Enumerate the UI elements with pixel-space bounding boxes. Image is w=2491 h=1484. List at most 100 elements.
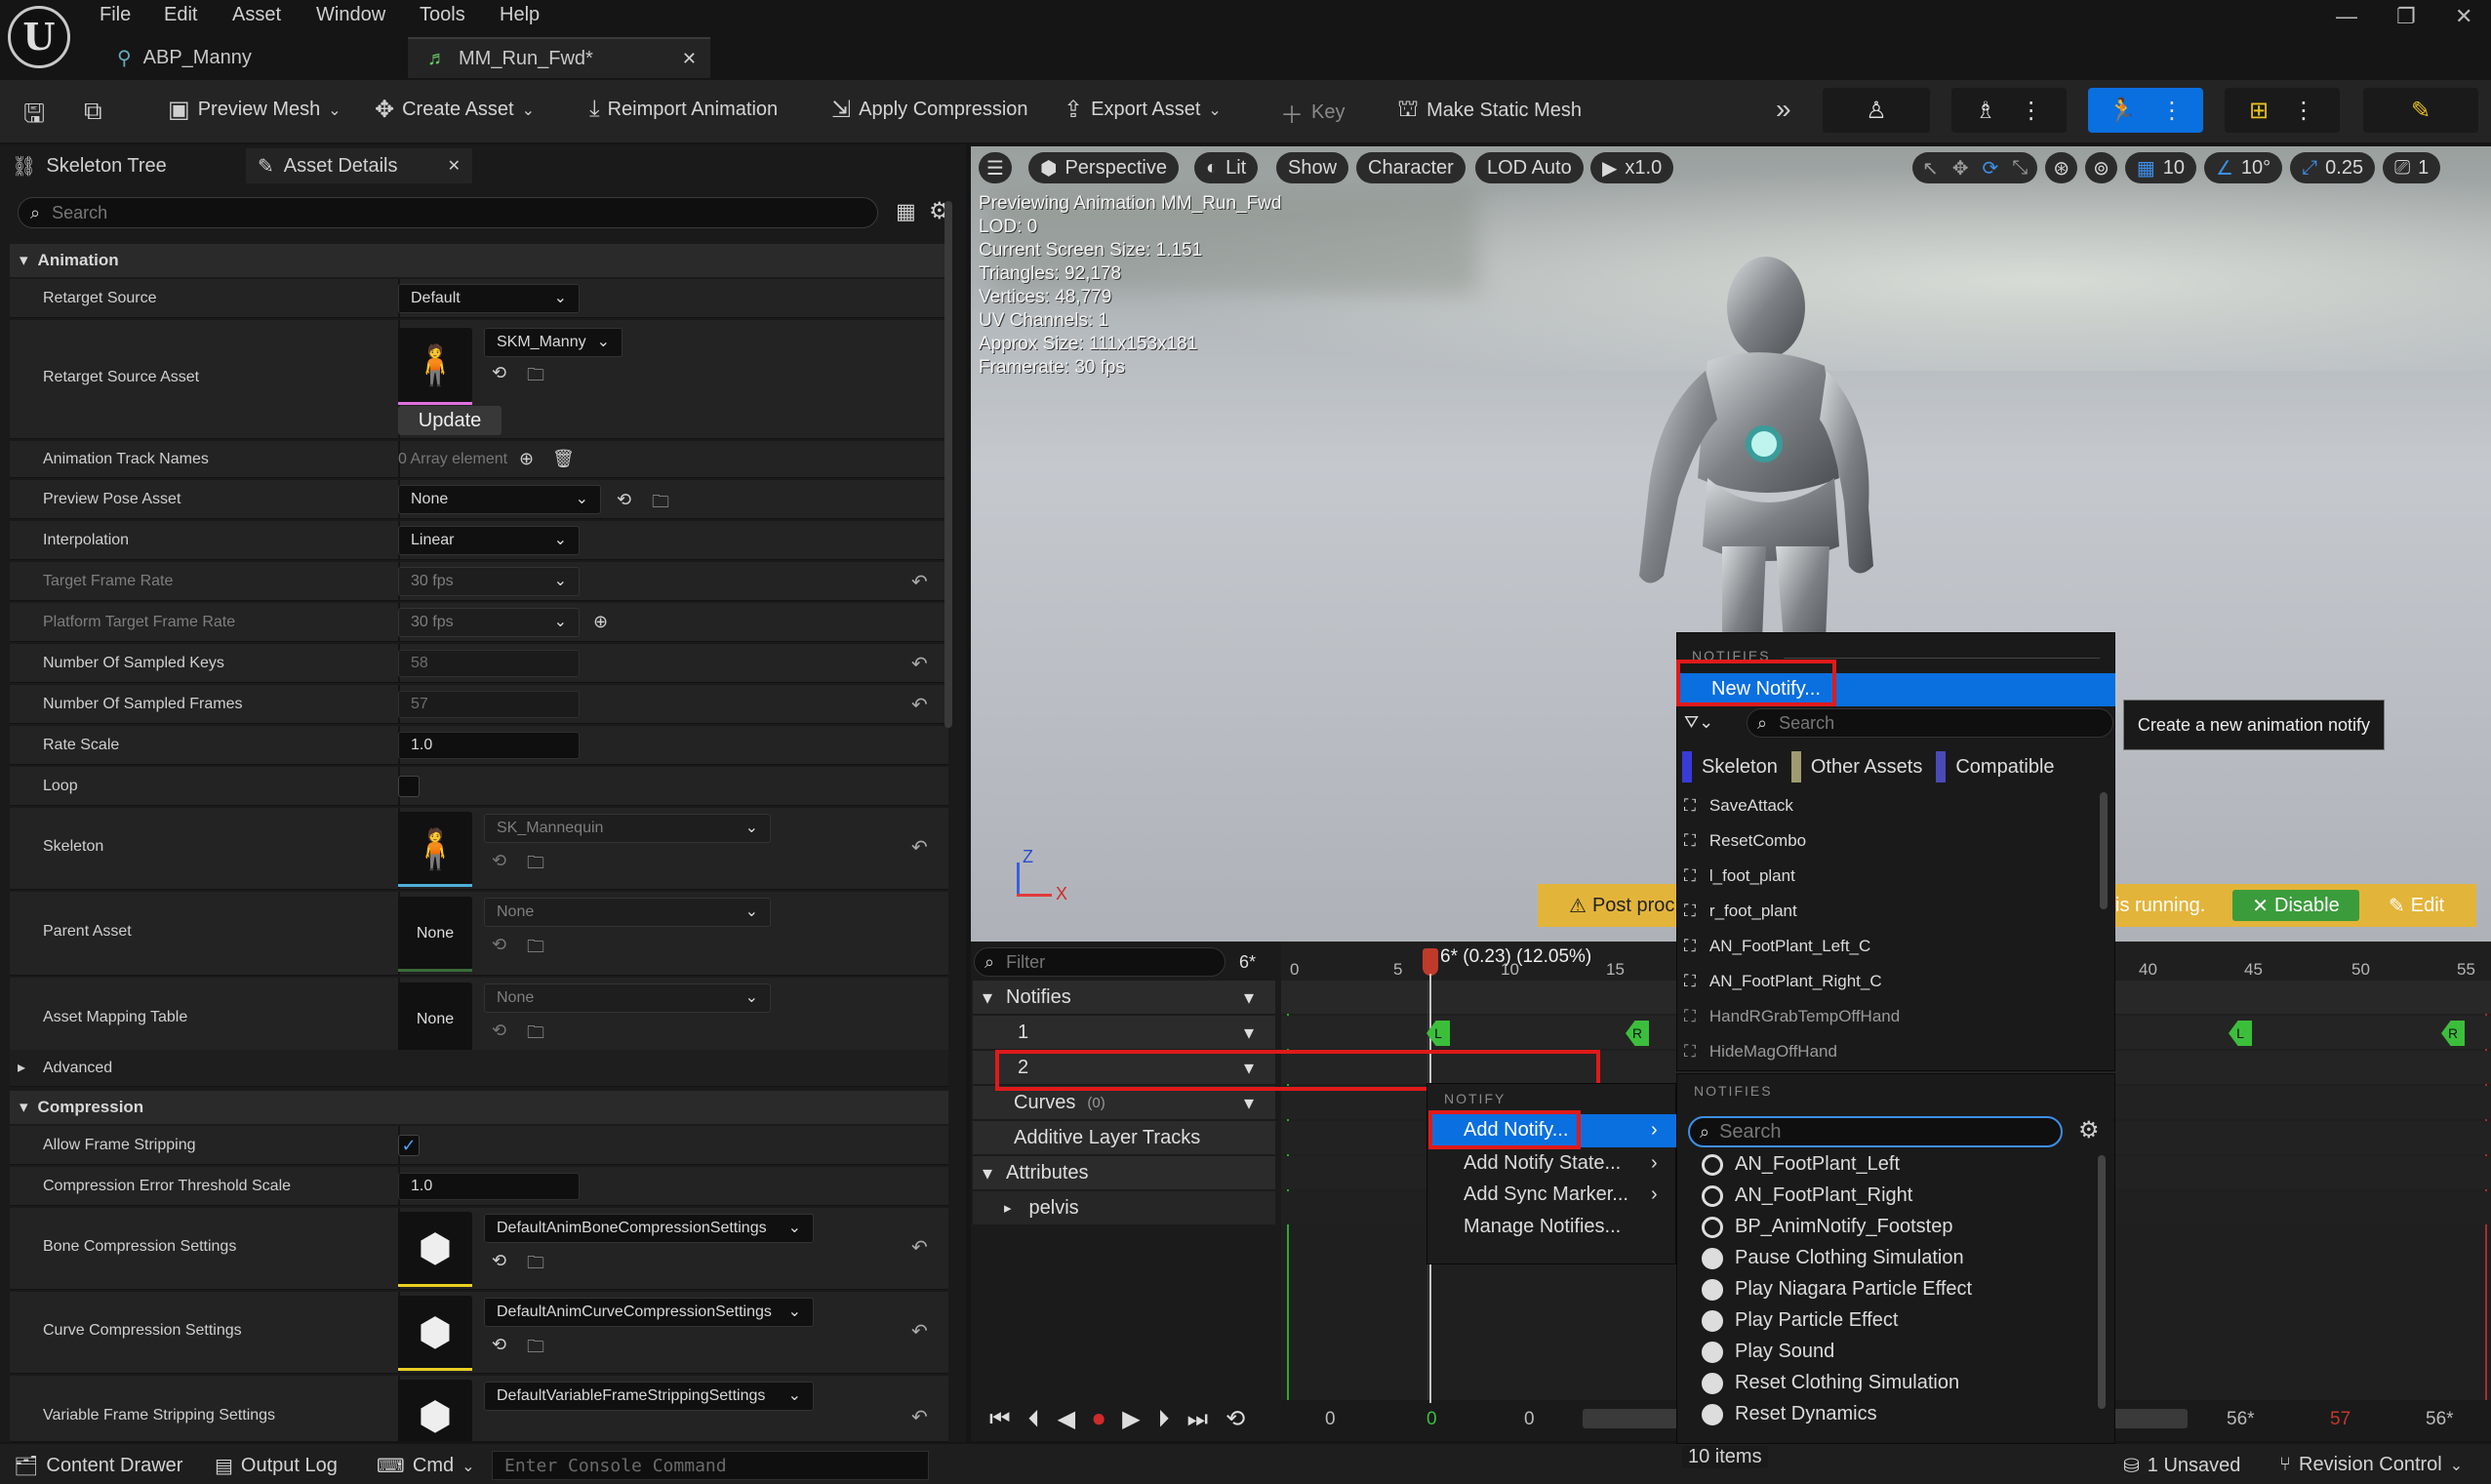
menu-asset[interactable]: Asset bbox=[232, 4, 281, 26]
track-notifies[interactable]: ▾ Notifies ▾ bbox=[973, 981, 1275, 1014]
allow-frame-stripping-checkbox[interactable]: ✓ bbox=[398, 1135, 420, 1156]
local-space-button[interactable]: ⊛ bbox=[2045, 152, 2078, 183]
perspective-button[interactable]: ⬢ Perspective bbox=[1028, 152, 1179, 183]
reset-icon[interactable]: ↶ bbox=[911, 652, 928, 676]
reset-icon[interactable]: ↶ bbox=[911, 1235, 928, 1260]
more-tools-icon[interactable]: » bbox=[1776, 94, 1791, 125]
reimport-animation-button[interactable]: ⤓ Reimport Animation bbox=[589, 96, 778, 123]
play-reverse-icon[interactable]: ◀ bbox=[1058, 1405, 1075, 1433]
track-curves[interactable]: Curves (0) ▾ bbox=[973, 1086, 1275, 1119]
menu-edit[interactable]: Edit bbox=[164, 4, 197, 26]
menu-window[interactable]: Window bbox=[316, 4, 385, 26]
console-command-input[interactable]: Enter Console Command bbox=[492, 1451, 929, 1480]
class-item[interactable]: Pause Clothing Simulation bbox=[1702, 1247, 1964, 1269]
filter-other-assets[interactable]: Other Assets bbox=[1790, 751, 1922, 782]
content-drawer-button[interactable]: 🗂 Content Drawer bbox=[14, 1454, 182, 1478]
close-tab-icon[interactable]: ✕ bbox=[682, 49, 697, 69]
track-attributes[interactable]: ▾ Attributes bbox=[973, 1156, 1275, 1189]
asset-mapping-thumbnail[interactable]: None bbox=[398, 983, 472, 1057]
mannequin-character[interactable] bbox=[1590, 254, 1883, 663]
loop-icon[interactable]: ⟲ bbox=[1225, 1405, 1245, 1433]
notify-item-l-foot-plant[interactable]: ⛶ l_foot_plant bbox=[1684, 866, 1795, 886]
notifies-search-input[interactable]: ⌕ Search bbox=[1747, 708, 2113, 738]
browse-folder-icon[interactable]: 🗀 bbox=[652, 490, 669, 519]
notify-item-handrgrab[interactable]: ⛶ HandRGrabTempOffHand bbox=[1684, 1007, 1900, 1026]
row-advanced[interactable]: ▸ Advanced bbox=[10, 1050, 948, 1087]
class-picker-scrollbar[interactable] bbox=[2098, 1155, 2106, 1409]
class-picker-search-input[interactable]: ⌕ Search bbox=[1688, 1116, 2063, 1147]
record-icon[interactable]: ⏺ bbox=[1093, 1406, 1105, 1433]
parent-asset-thumbnail[interactable]: None bbox=[398, 897, 472, 971]
filter-skeleton[interactable]: Skeleton bbox=[1682, 751, 1778, 782]
interpolation-combo[interactable]: Linear ⌄ bbox=[398, 526, 580, 555]
reset-icon[interactable]: ↶ bbox=[911, 1405, 928, 1429]
preview-pose-combo[interactable]: None ⌄ bbox=[398, 485, 601, 514]
manage-notifies-menu-item[interactable]: Manage Notifies... bbox=[1428, 1214, 1676, 1247]
skeleton-thumbnail[interactable]: 🧍 bbox=[398, 812, 472, 886]
retarget-asset-combo[interactable]: SKM_Manny ⌄ bbox=[484, 328, 623, 357]
minimize-icon[interactable]: — bbox=[2336, 4, 2357, 29]
filter-icon[interactable]: ⛛⌄ bbox=[1684, 712, 1713, 733]
unreal-logo-icon[interactable]: U bbox=[8, 6, 70, 68]
attribute-pelvis[interactable]: ▸ pelvis bbox=[973, 1191, 1275, 1224]
reset-icon[interactable]: ↶ bbox=[911, 693, 928, 717]
apply-compression-button[interactable]: ⇲ Apply Compression bbox=[831, 96, 1028, 124]
camera-speed-button[interactable]: ⎚ 1 bbox=[2383, 152, 2441, 183]
step-back-icon[interactable]: ⏴ bbox=[1028, 1406, 1040, 1433]
browse-folder-icon[interactable]: 🗀 bbox=[527, 1021, 544, 1050]
add-sync-marker-menu-item[interactable]: Add Sync Marker... › bbox=[1428, 1181, 1676, 1214]
transform-tools[interactable]: ↖ ✥ ⟳ ⤡ bbox=[1912, 152, 2038, 183]
reset-icon[interactable]: ↶ bbox=[911, 570, 928, 594]
blueprint-mode-button[interactable]: ⊞ ⋮ bbox=[2225, 88, 2340, 133]
browse-folder-icon[interactable]: 🗀 bbox=[527, 935, 544, 964]
menu-file[interactable]: File bbox=[100, 4, 131, 26]
loop-checkbox[interactable] bbox=[398, 776, 420, 797]
curve-compression-combo[interactable]: DefaultAnimCurveCompressionSettings ⌄ bbox=[484, 1298, 814, 1327]
notify-item-an-footplant-right-c[interactable]: ⛶ AN_FootPlant_Right_C bbox=[1684, 972, 1882, 991]
bone-compression-combo[interactable]: DefaultAnimBoneCompressionSettings ⌄ bbox=[484, 1214, 814, 1243]
settings-gear-icon[interactable]: ⚙ bbox=[2078, 1116, 2100, 1144]
dropdown-icon[interactable]: ▾ bbox=[1244, 985, 1254, 1010]
trash-icon[interactable]: 🗑 bbox=[552, 449, 575, 469]
compression-threshold-field[interactable]: 1.0 bbox=[398, 1173, 580, 1200]
playback-speed-button[interactable]: ▶ x1.0 bbox=[1590, 152, 1674, 183]
skip-to-end-icon[interactable]: ⏭ bbox=[1187, 1406, 1209, 1433]
show-button[interactable]: Show bbox=[1276, 152, 1349, 183]
preview-mesh-button[interactable]: ▣ Preview Mesh ⌄ bbox=[168, 96, 342, 124]
notify-item-r-foot-plant[interactable]: ⛶ r_foot_plant bbox=[1684, 902, 1797, 921]
playhead-handle[interactable] bbox=[1423, 948, 1438, 976]
animation-mode-button[interactable]: 🏃 ⋮ bbox=[2088, 88, 2203, 133]
browse-folder-icon[interactable]: 🗀 bbox=[527, 851, 544, 880]
save-icon[interactable]: 🖫 bbox=[23, 96, 45, 139]
restore-icon[interactable]: ❐ bbox=[2396, 4, 2416, 29]
make-static-mesh-button[interactable]: ⛫ Make Static Mesh bbox=[1397, 96, 1582, 125]
class-item[interactable]: BP_AnimNotify_Footstep bbox=[1702, 1216, 1952, 1238]
browse-folder-icon[interactable]: 🗀 bbox=[527, 363, 544, 392]
lit-button[interactable]: ◐ Lit bbox=[1194, 152, 1259, 183]
skm-manny-thumbnail[interactable]: 🧍 bbox=[398, 328, 472, 402]
lod-button[interactable]: LOD Auto bbox=[1475, 152, 1584, 183]
add-element-icon[interactable]: ⊕ bbox=[519, 449, 534, 469]
class-item[interactable]: Reset Clothing Simulation bbox=[1702, 1372, 1959, 1394]
step-forward-icon[interactable]: ⏵ bbox=[1158, 1406, 1170, 1433]
create-asset-button[interactable]: ✥ Create Asset ⌄ bbox=[375, 96, 535, 124]
tab-asset-details[interactable]: ✎ Asset Details ✕ bbox=[246, 148, 472, 183]
edit-button[interactable]: ✎ Edit bbox=[2389, 890, 2467, 921]
character-button[interactable]: Character bbox=[1356, 152, 1466, 183]
skeleton-mode-button[interactable]: ♙ bbox=[1823, 88, 1930, 133]
skip-to-start-icon[interactable]: ⏮ bbox=[989, 1406, 1011, 1433]
notifies-scrollbar[interactable] bbox=[2100, 792, 2108, 909]
menu-help[interactable]: Help bbox=[500, 4, 540, 26]
class-item[interactable]: Reset Dynamics bbox=[1702, 1403, 1877, 1425]
dropdown-icon[interactable]: ▾ bbox=[1244, 1091, 1254, 1115]
unsaved-button[interactable]: ⛁ 1 Unsaved bbox=[2123, 1454, 2240, 1478]
variable-stripping-combo[interactable]: DefaultVariableFrameStrippingSettings ⌄ bbox=[484, 1382, 814, 1411]
close-tab-icon[interactable]: ✕ bbox=[448, 156, 461, 176]
physics-mode-button[interactable]: ✎ bbox=[2363, 88, 2478, 133]
track-additive-layers[interactable]: Additive Layer Tracks bbox=[973, 1121, 1275, 1154]
use-selected-icon[interactable]: ⟲ bbox=[617, 490, 631, 510]
viewport-menu-button[interactable]: ☰ bbox=[979, 152, 1012, 183]
retarget-source-combo[interactable]: Default ⌄ bbox=[398, 284, 580, 313]
reset-icon[interactable]: ↶ bbox=[911, 835, 928, 860]
notify-track-1[interactable]: 1 ▾ bbox=[973, 1016, 1275, 1049]
